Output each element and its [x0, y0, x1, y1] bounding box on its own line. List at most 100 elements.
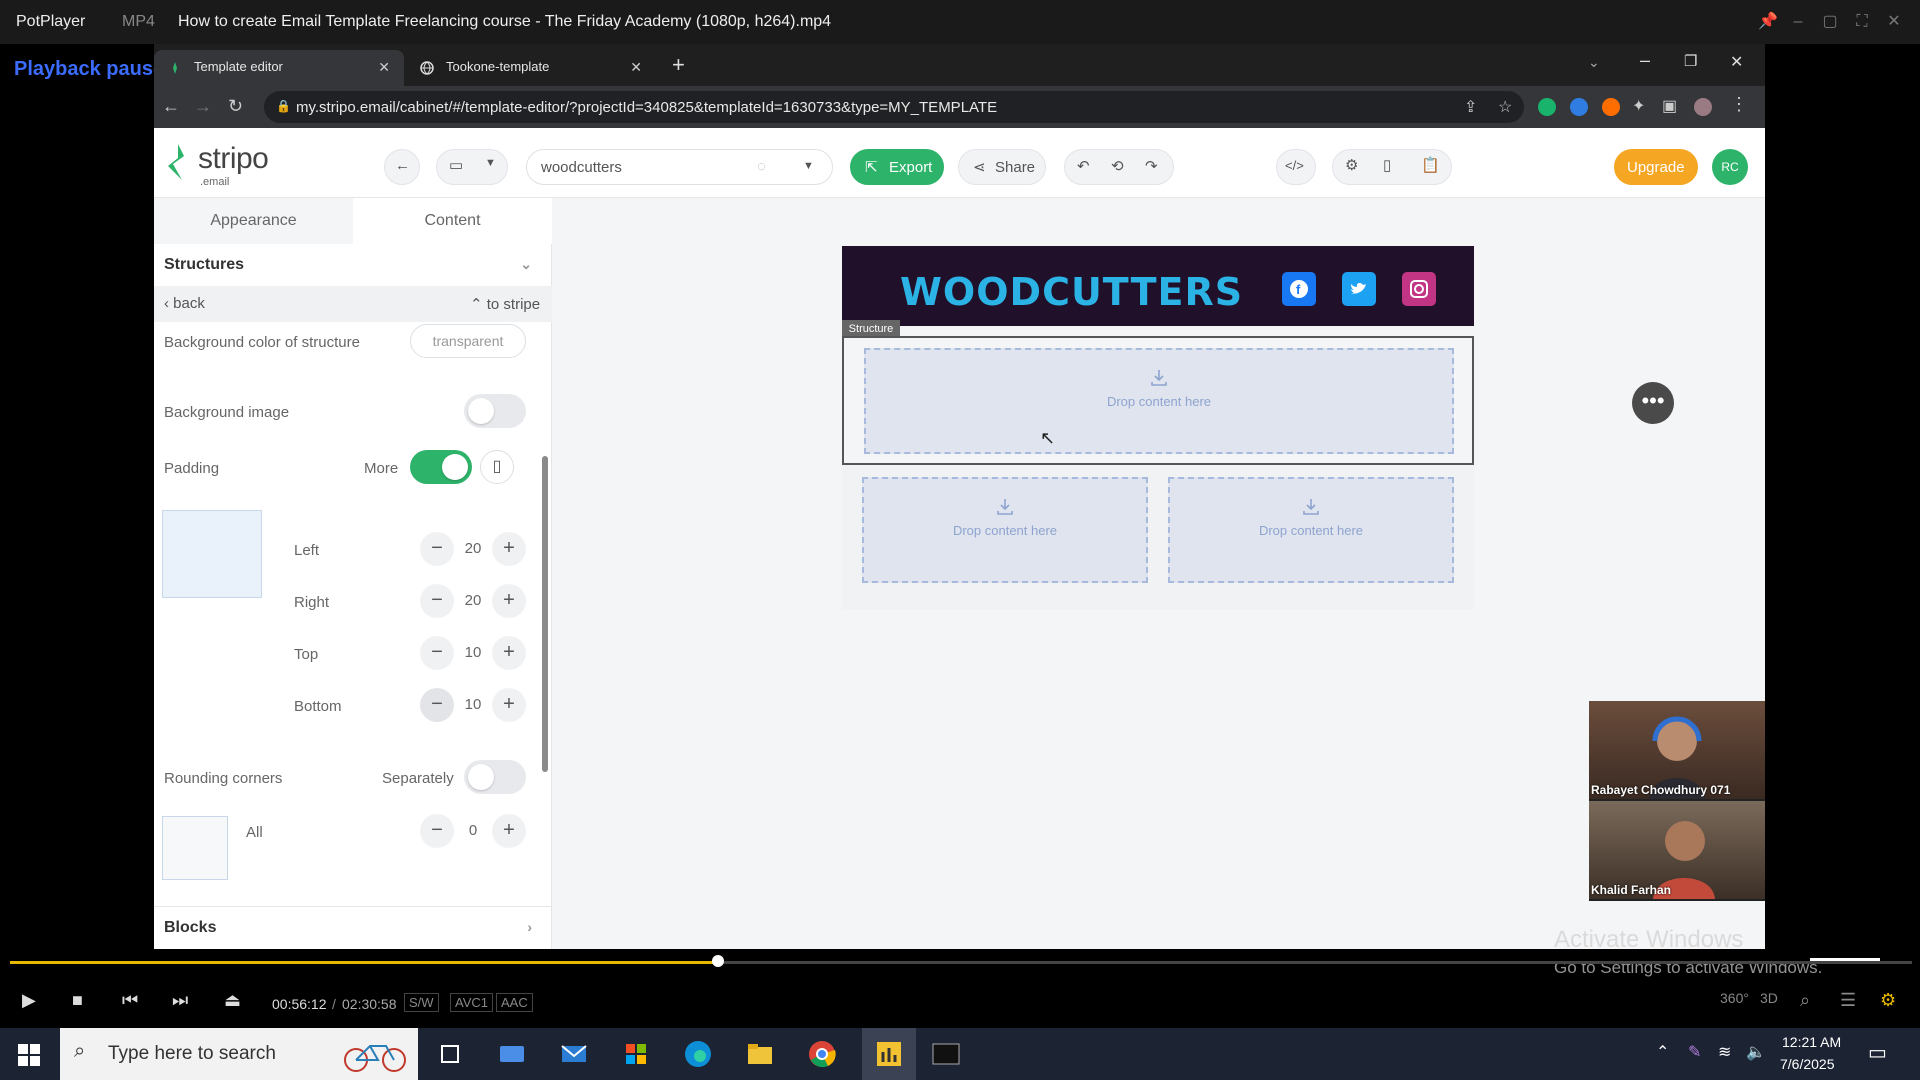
360-icon[interactable]: 360° — [1720, 990, 1749, 1006]
plus-icon[interactable]: + — [492, 532, 526, 566]
gear-icon[interactable]: ⚙ — [1345, 156, 1358, 174]
plus-icon[interactable]: + — [492, 814, 526, 848]
tab-content[interactable]: Content — [353, 198, 552, 244]
profile-avatar-icon[interactable] — [1694, 98, 1712, 116]
files-app-icon[interactable] — [496, 1038, 528, 1070]
mail-icon[interactable] — [558, 1038, 590, 1070]
back-link[interactable]: ‹ back — [164, 295, 205, 312]
store-icon[interactable] — [620, 1038, 652, 1070]
tab-search-icon[interactable]: ⌄ — [1588, 54, 1600, 71]
export-button[interactable]: ⇱ Export — [850, 149, 944, 185]
grammarly-extension-icon[interactable] — [1538, 98, 1556, 116]
padding-more-toggle[interactable] — [410, 450, 472, 484]
3d-icon[interactable]: 3D — [1760, 990, 1778, 1006]
selected-structure[interactable]: Drop content here — [842, 336, 1474, 465]
stop-icon[interactable]: ■ — [72, 990, 83, 1011]
share-page-icon[interactable]: ⇪ — [1464, 97, 1477, 117]
sw-badge[interactable]: S/W — [404, 993, 439, 1012]
forward-icon[interactable]: → — [194, 96, 212, 117]
mobile-icon[interactable]: ▯ — [480, 450, 514, 484]
tab-appearance[interactable]: Appearance — [154, 198, 353, 244]
zoom-icon[interactable]: ⌕ — [1800, 990, 1810, 1011]
drop-zone[interactable]: Drop content here — [1168, 477, 1454, 583]
windows-start-icon[interactable] — [18, 1044, 40, 1066]
rounding-all-stepper[interactable]: − 0 + — [420, 814, 526, 850]
padding-bottom-stepper[interactable]: − 10 + — [420, 688, 526, 724]
sidebar-scrollbar[interactable] — [542, 456, 548, 772]
url-bar[interactable]: 🔒 my.stripo.email/cabinet/#/template-edi… — [264, 91, 1524, 123]
seek-bar[interactable] — [10, 961, 1912, 964]
facebook-icon[interactable]: f — [1282, 272, 1316, 306]
browser-restore-icon[interactable]: ❐ — [1684, 52, 1697, 70]
instagram-icon[interactable] — [1402, 272, 1436, 306]
bookmark-star-icon[interactable]: ☆ — [1498, 97, 1512, 117]
plus-icon[interactable]: + — [492, 636, 526, 670]
back-arrow-button[interactable]: ← — [384, 149, 420, 185]
pin-icon[interactable]: 📌 — [1758, 12, 1778, 32]
padding-left-stepper[interactable]: − 20 + — [420, 532, 526, 568]
minus-icon[interactable]: − — [420, 636, 454, 670]
minus-icon[interactable]: − — [420, 584, 454, 618]
previous-icon[interactable]: ⏮ — [122, 990, 138, 1011]
email-header-stripe[interactable]: WOODCUTTERS f — [842, 246, 1474, 326]
sidepanel-icon[interactable]: ▣ — [1662, 96, 1677, 116]
clipboard-test-icon[interactable]: 📋 — [1421, 156, 1440, 174]
edge-icon[interactable] — [682, 1038, 714, 1070]
twitter-icon[interactable] — [1342, 272, 1376, 306]
clock-time[interactable]: 12:21 AM — [1782, 1034, 1841, 1050]
play-icon[interactable]: ▶ — [22, 990, 36, 1011]
taskbar-search[interactable]: ⌕ Type here to search — [60, 1028, 418, 1080]
drop-zone[interactable]: Drop content here — [862, 477, 1148, 583]
file-explorer-icon[interactable] — [744, 1038, 776, 1070]
share-button[interactable]: ⋖ Share — [958, 149, 1046, 185]
lock-icon[interactable]: 🔒 — [276, 99, 291, 113]
tab-tookone-template[interactable]: Tookone-template ✕ — [406, 50, 656, 86]
blocks-section-header[interactable]: Blocks › — [154, 906, 552, 948]
tab-template-editor[interactable]: Template editor ✕ — [154, 50, 404, 86]
fullscreen-icon[interactable]: ⛶ — [1852, 12, 1872, 32]
terminal-icon[interactable] — [930, 1038, 962, 1070]
eject-icon[interactable]: ⏏ — [224, 990, 241, 1011]
chevron-down-icon[interactable]: ▼ — [803, 160, 814, 172]
browser-minimize-icon[interactable]: – — [1640, 50, 1650, 71]
history-icon[interactable]: ⟲ — [1111, 157, 1124, 175]
structure-more-icon[interactable]: ••• — [1632, 382, 1674, 424]
extension-icon[interactable] — [1602, 98, 1620, 116]
minimize-icon[interactable]: – — [1788, 12, 1808, 32]
close-icon[interactable]: ✕ — [1884, 12, 1904, 32]
padding-right-stepper[interactable]: − 20 + — [420, 584, 526, 620]
browser-menu-icon[interactable]: ⋮ — [1730, 94, 1748, 115]
layout-toggle-button[interactable]: ▭ ▼ — [436, 149, 508, 185]
tab-close-icon[interactable]: ✕ — [630, 59, 642, 76]
drop-zone[interactable]: Drop content here — [864, 348, 1454, 454]
seek-handle[interactable] — [711, 955, 724, 967]
wifi-icon[interactable]: ≋ — [1718, 1042, 1731, 1062]
rounding-separately-toggle[interactable] — [464, 760, 526, 794]
extension-icon[interactable] — [1570, 98, 1588, 116]
playlist-icon[interactable]: ☰ — [1840, 990, 1856, 1011]
puzzle-extensions-icon[interactable]: ✦ — [1632, 96, 1645, 116]
to-stripe-link[interactable]: ⌃ to stripe — [470, 295, 540, 313]
two-column-structure[interactable]: Drop content here Drop content here — [842, 465, 1474, 609]
stripo-logo[interactable]: stripo .email — [164, 142, 269, 188]
reload-icon[interactable]: ↻ — [228, 96, 243, 117]
new-tab-icon[interactable]: + — [672, 52, 685, 78]
bg-color-picker[interactable]: transparent — [410, 324, 526, 358]
player-app-name[interactable]: PotPlayer — [16, 13, 85, 31]
minus-icon[interactable]: − — [420, 532, 454, 566]
notifications-icon[interactable]: ▭ — [1868, 1040, 1887, 1065]
plus-icon[interactable]: + — [492, 584, 526, 618]
volume-slider[interactable] — [1810, 958, 1880, 961]
video-codec-badge[interactable]: AVC1 — [450, 993, 493, 1012]
pen-icon[interactable]: ✎ — [1688, 1042, 1701, 1062]
tray-chevron-up-icon[interactable]: ⌃ — [1656, 1042, 1669, 1062]
template-name-field[interactable]: woodcutters ◌ ▼ — [526, 149, 833, 185]
minus-icon[interactable]: − — [420, 688, 454, 722]
padding-top-stepper[interactable]: − 10 + — [420, 636, 526, 672]
audio-codec-badge[interactable]: AAC — [496, 993, 533, 1012]
tab-close-icon[interactable]: ✕ — [378, 59, 390, 76]
task-view-icon[interactable] — [434, 1038, 466, 1070]
next-icon[interactable]: ⏭ — [172, 990, 188, 1011]
browser-close-icon[interactable]: ✕ — [1730, 52, 1743, 72]
bg-image-toggle[interactable] — [464, 394, 526, 428]
